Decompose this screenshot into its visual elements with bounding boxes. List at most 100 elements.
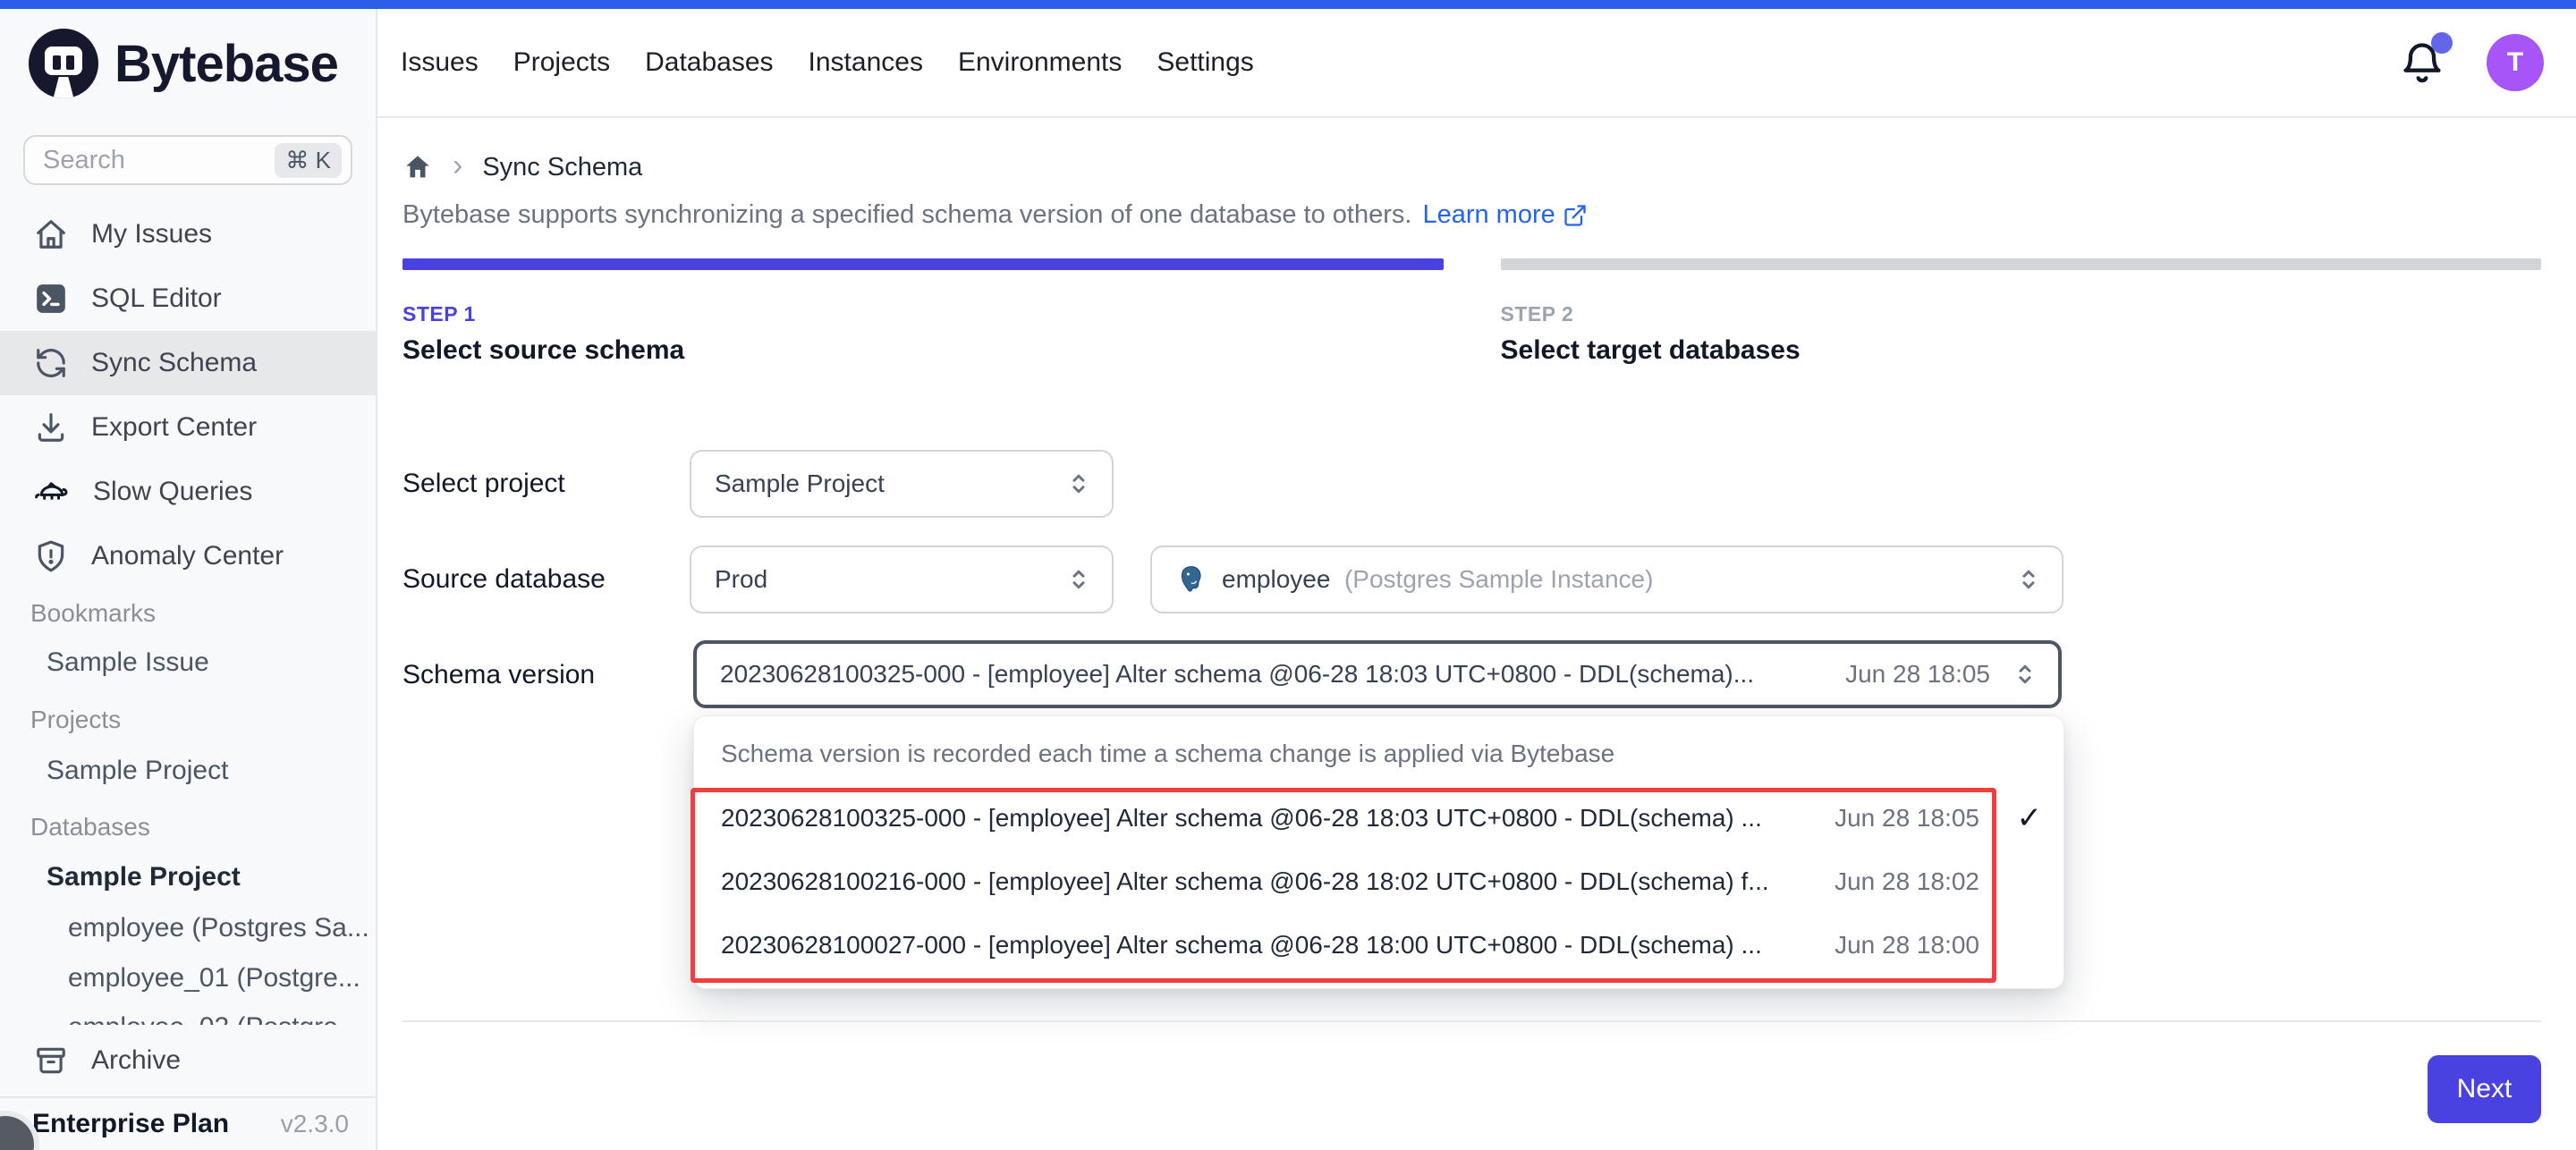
- sidebar-item-sample-project[interactable]: Sample Project: [47, 756, 228, 786]
- nav-settings[interactable]: Settings: [1157, 47, 1253, 78]
- sync-icon: [34, 346, 68, 380]
- sidebar-db-employee-01[interactable]: employee_01 (Postgre...: [68, 963, 360, 994]
- bytebase-app: Bytebase ⌘ K My Issues SQL Editor Sync S…: [0, 0, 2576, 1150]
- sidebar-item-export-center[interactable]: Export Center: [0, 395, 376, 460]
- schema-version-date: Jun 28 18:05: [1845, 660, 1990, 689]
- search-box[interactable]: ⌘ K: [23, 135, 352, 185]
- project-select-value: Sample Project: [715, 469, 885, 498]
- sidebar: Bytebase ⌘ K My Issues SQL Editor Sync S…: [0, 9, 377, 1150]
- step-2[interactable]: STEP 2 Select target databases: [1501, 258, 2542, 366]
- search-shortcut-badge: ⌘ K: [275, 143, 342, 178]
- project-select[interactable]: Sample Project: [690, 450, 1114, 518]
- sidebar-item-label: Anomaly Center: [91, 541, 284, 571]
- step-1-label: STEP 1: [402, 302, 1444, 326]
- turtle-icon: [34, 474, 70, 510]
- step-2-title: Select target databases: [1501, 335, 2542, 366]
- breadcrumb: › Sync Schema: [402, 150, 642, 184]
- chevron-up-down-icon: [1065, 566, 1092, 593]
- nav-projects[interactable]: Projects: [513, 47, 610, 78]
- select-project-label: Select project: [402, 469, 565, 499]
- section-projects: Projects: [30, 706, 121, 734]
- sidebar-db-group-sample-project[interactable]: Sample Project: [47, 862, 241, 892]
- environment-select[interactable]: Prod: [690, 545, 1114, 613]
- option-text: 20230628100216-000 - [employee] Alter sc…: [721, 867, 1811, 896]
- database-select[interactable]: employee (Postgres Sample Instance): [1150, 545, 2063, 613]
- avatar-letter: T: [2507, 47, 2523, 78]
- step-1[interactable]: STEP 1 Select source schema: [402, 258, 1444, 366]
- database-name: employee: [1222, 565, 1330, 593]
- content-divider: [402, 1020, 2541, 1022]
- nav-issues[interactable]: Issues: [401, 47, 479, 78]
- option-text: 20230628100325-000 - [employee] Alter sc…: [721, 804, 1811, 833]
- environment-select-value: Prod: [715, 565, 767, 594]
- chevron-up-down-icon: [1065, 470, 1092, 497]
- sidebar-item-anomaly-center[interactable]: Anomaly Center: [0, 524, 376, 588]
- section-databases: Databases: [30, 813, 150, 841]
- option-date: Jun 28 18:02: [1835, 867, 1979, 896]
- archive-icon: [34, 1044, 68, 1078]
- sidebar-item-my-issues[interactable]: My Issues: [0, 202, 376, 266]
- postgres-icon: [1175, 563, 1208, 596]
- section-bookmarks: Bookmarks: [30, 599, 156, 628]
- breadcrumb-separator: ›: [453, 150, 462, 184]
- external-link-icon: [1563, 203, 1588, 228]
- sidebar-item-label: Export Center: [91, 412, 257, 443]
- search-input[interactable]: [43, 146, 275, 175]
- nav-databases[interactable]: Databases: [645, 47, 773, 78]
- sidebar-item-label: My Issues: [91, 219, 212, 249]
- sidebar-item-sync-schema[interactable]: Sync Schema: [0, 331, 376, 395]
- shield-alert-icon: [34, 539, 68, 573]
- sidebar-item-label: Slow Queries: [93, 477, 252, 507]
- database-instance: (Postgres Sample Instance): [1344, 565, 1654, 593]
- stepper: STEP 1 Select source schema STEP 2 Selec…: [402, 258, 2541, 366]
- chevron-up-down-icon: [2015, 566, 2042, 593]
- step-2-label: STEP 2: [1501, 302, 2542, 326]
- option-text: 20230628100027-000 - [employee] Alter sc…: [721, 931, 1811, 960]
- description-text: Bytebase supports synchronizing a specif…: [402, 200, 1411, 230]
- chevron-up-down-icon: [2012, 661, 2038, 688]
- top-navbar: Issues Projects Databases Instances Envi…: [377, 9, 2576, 118]
- sidebar-item-label: SQL Editor: [91, 283, 222, 314]
- app-version: v2.3.0: [281, 1110, 349, 1138]
- loading-bar: [0, 0, 2576, 9]
- home-icon: [34, 217, 68, 251]
- notifications-button[interactable]: [2399, 39, 2445, 86]
- main-content: › Sync Schema Bytebase supports synchron…: [377, 118, 2576, 1150]
- check-icon: ✓: [1979, 800, 2042, 836]
- sidebar-item-sql-editor[interactable]: SQL Editor: [0, 266, 376, 331]
- option-date: Jun 28 18:00: [1835, 931, 1979, 960]
- archive-label: Archive: [91, 1045, 181, 1076]
- sidebar-item-slow-queries[interactable]: Slow Queries: [0, 460, 376, 524]
- breadcrumb-current: Sync Schema: [482, 153, 642, 182]
- breadcrumb-home-icon[interactable]: [402, 152, 433, 182]
- option-date: Jun 28 18:05: [1835, 804, 1979, 833]
- avatar[interactable]: T: [2487, 34, 2544, 91]
- schema-version-label: Schema version: [402, 660, 595, 690]
- schema-version-value: 20230628100325-000 - [employee] Alter sc…: [720, 660, 1754, 689]
- sql-editor-icon: [34, 282, 68, 316]
- source-database-label: Source database: [402, 564, 606, 595]
- schema-version-select[interactable]: 20230628100325-000 - [employee] Alter sc…: [693, 640, 2062, 708]
- sidebar-item-archive[interactable]: Archive: [0, 1025, 376, 1096]
- nav-instances[interactable]: Instances: [809, 47, 923, 78]
- learn-more-label: Learn more: [1422, 200, 1555, 230]
- next-button[interactable]: Next: [2428, 1055, 2541, 1123]
- plan-footer[interactable]: Enterprise Plan v2.3.0: [0, 1096, 376, 1150]
- notification-badge: [2431, 32, 2453, 54]
- brand[interactable]: Bytebase: [29, 29, 338, 98]
- download-icon: [34, 410, 68, 444]
- sidebar-db-employee[interactable]: employee (Postgres Sa...: [68, 913, 369, 943]
- schema-version-option-2[interactable]: 20230628100216-000 - [employee] Alter sc…: [694, 850, 2063, 913]
- learn-more-link[interactable]: Learn more: [1422, 200, 1587, 230]
- brand-name: Bytebase: [114, 34, 338, 94]
- schema-version-option-3[interactable]: 20230628100027-000 - [employee] Alter sc…: [694, 913, 2063, 977]
- nav-environments[interactable]: Environments: [958, 47, 1122, 78]
- schema-version-option-1[interactable]: 20230628100325-000 - [employee] Alter sc…: [694, 786, 2063, 850]
- sidebar-item-sample-issue[interactable]: Sample Issue: [47, 647, 209, 678]
- step-2-bar: [1501, 258, 2542, 270]
- dropdown-hint: Schema version is recorded each time a s…: [694, 716, 2063, 786]
- step-1-bar: [402, 258, 1444, 270]
- bytebase-logo-icon: [29, 29, 98, 98]
- schema-version-dropdown: Schema version is recorded each time a s…: [693, 715, 2064, 989]
- sidebar-item-label: Sync Schema: [91, 348, 257, 378]
